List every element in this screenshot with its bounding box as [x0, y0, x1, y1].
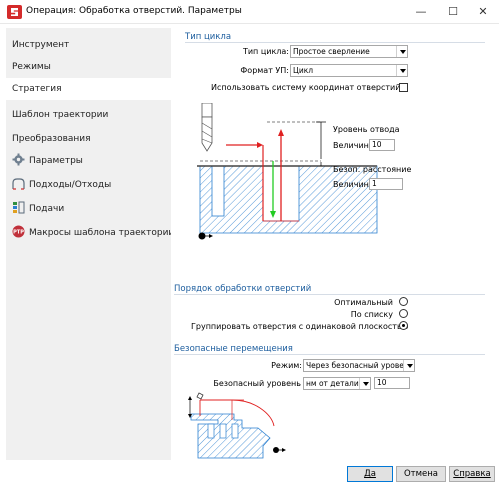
workpiece-shape	[197, 165, 378, 234]
minimize-button[interactable]: —	[405, 0, 437, 24]
safe-distance-label: Безоп. расстояние	[333, 165, 412, 174]
order-option-label: Оптимальный	[334, 298, 393, 307]
cycle-section-title: Тип цикла	[185, 32, 232, 42]
sidebar-item-path-template[interactable]: Шаблон траектории	[6, 104, 171, 126]
order-optimal-radio[interactable]	[399, 297, 408, 306]
retract-value-input[interactable]: 10	[369, 139, 395, 151]
safe-level-mode-value: нм от детали	[306, 379, 359, 388]
sidebar-item-feeds[interactable]: Подачи	[6, 198, 171, 220]
nc-format-value: Цикл	[293, 66, 314, 75]
order-option-label: Группировать отверстия с одинаковой плос…	[191, 322, 409, 331]
safe-moves-section-title: Безопасные перемещения	[174, 344, 293, 354]
sidebar-item-label: Макросы шаблона траектории	[29, 228, 175, 238]
sidebar-item-modes[interactable]: Режимы	[6, 56, 171, 78]
help-button[interactable]: Справка	[449, 466, 495, 482]
rapid-arrow-icon	[257, 142, 263, 148]
sidebar-item-transformations[interactable]: Преобразования	[6, 128, 171, 150]
chevron-down-icon	[359, 378, 370, 389]
origin-marker-icon	[198, 232, 213, 240]
strategy-panel: Тип цикла Тип цикла: Простое сверление Ф…	[171, 28, 493, 460]
chevron-down-icon	[396, 46, 407, 57]
sidebar-item-label: Подходы/Отходы	[29, 180, 112, 190]
sidebar-item-label: Подачи	[29, 204, 65, 214]
order-section-title: Порядок обработки отверстий	[174, 284, 312, 294]
chevron-down-icon	[403, 360, 414, 371]
part-profile-shape	[190, 413, 271, 459]
hole-cs-label: Использовать систему координат отверстий	[211, 83, 401, 92]
sidebar-item-parameters[interactable]: Параметры	[6, 150, 171, 172]
origin-marker-icon	[273, 447, 279, 453]
drill-tool-shape	[201, 103, 213, 152]
cycle-type-label: Тип цикла:	[242, 47, 289, 56]
safe-level-input[interactable]: 10	[374, 377, 410, 389]
safe-mode-label: Режим:	[271, 361, 302, 370]
gear-icon	[12, 153, 25, 166]
safe-mode-select[interactable]: Через безопасный уровень	[303, 359, 415, 372]
maximize-button[interactable]: ☐	[437, 0, 469, 24]
chevron-down-icon	[396, 65, 407, 76]
cycle-separator	[185, 42, 485, 43]
retract-level-label: Уровень отвода	[333, 125, 400, 134]
sidebar-item-label: Преобразования	[12, 134, 91, 144]
sidebar-item-label: Режимы	[12, 62, 51, 72]
window-title: Операция: Обработка отверстий. Параметры	[26, 6, 242, 16]
nc-format-select[interactable]: Цикл	[290, 64, 408, 77]
sidebar-item-label: Параметры	[29, 156, 83, 166]
svg-text:PTP: PTP	[13, 230, 24, 236]
tool-icon	[196, 392, 204, 400]
safe-level-mode-select[interactable]: нм от детали	[303, 377, 371, 390]
sidebar-item-label: Инструмент	[12, 40, 70, 50]
sidebar-item-tool[interactable]: Инструмент	[6, 34, 171, 56]
macro-icon: PTP	[12, 225, 25, 238]
sidebar-item-approaches[interactable]: Подходы/Отходы	[6, 174, 171, 196]
cycle-type-value: Простое сверление	[293, 47, 370, 56]
sidebar-item-label: Стратегия	[12, 84, 62, 94]
order-separator	[174, 294, 485, 295]
order-group-radio[interactable]	[399, 321, 408, 330]
sidebar-item-strategy[interactable]: Стратегия	[6, 78, 171, 100]
retract-arrow-icon	[278, 129, 284, 136]
sidebar-item-label: Шаблон траектории	[12, 110, 109, 120]
safe-moves-separator	[174, 354, 485, 355]
safe-value-input[interactable]: 1	[369, 178, 403, 190]
safe-moves-diagram	[188, 392, 286, 459]
safe-mode-value: Через безопасный уровень	[306, 361, 414, 370]
cycle-type-select[interactable]: Простое сверление	[290, 45, 408, 58]
title-bar: Операция: Обработка отверстий. Параметры…	[0, 0, 499, 24]
hole-cs-checkbox[interactable]	[399, 83, 408, 92]
nc-format-label: Формат УП:	[240, 66, 289, 75]
sidebar: Инструмент Режимы Стратегия Шаблон траек…	[6, 28, 175, 460]
order-list-radio[interactable]	[399, 309, 408, 318]
ok-button[interactable]: Да	[347, 466, 393, 482]
sidebar-item-macros[interactable]: PTP Макросы шаблона траектории	[6, 222, 175, 244]
cancel-button[interactable]: Отмена	[396, 466, 446, 482]
close-button[interactable]: ✕	[467, 0, 499, 24]
order-option-label: По списку	[350, 310, 393, 319]
approach-icon	[12, 177, 25, 190]
feeds-icon	[12, 201, 25, 214]
app-logo-icon	[7, 5, 22, 19]
safe-level-label: Безопасный уровень	[213, 379, 301, 388]
